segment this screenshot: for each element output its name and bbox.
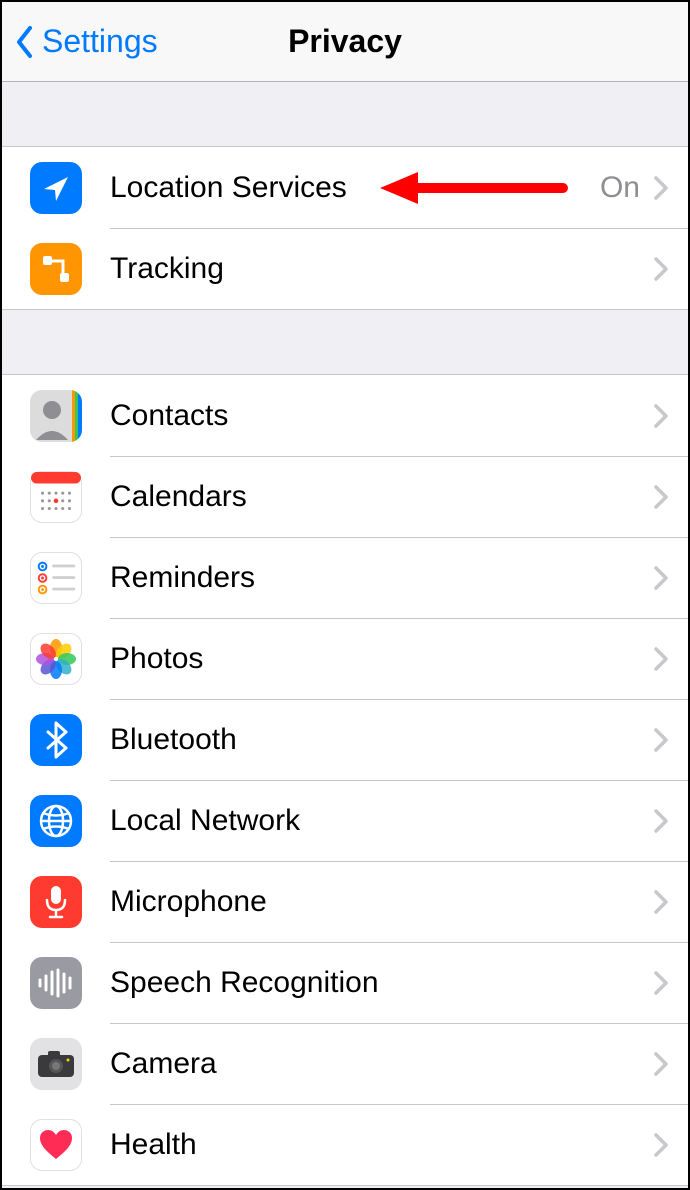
back-label: Settings	[42, 23, 158, 60]
row-speech-recognition[interactable]: Speech Recognition	[2, 942, 688, 1023]
waveform-icon	[30, 957, 82, 1009]
row-photos[interactable]: Photos	[2, 618, 688, 699]
row-label: Health	[110, 1128, 652, 1162]
chevron-right-icon	[652, 1131, 670, 1159]
row-location-services[interactable]: Location Services On	[2, 147, 688, 228]
row-label: Photos	[110, 642, 652, 676]
row-label: Microphone	[110, 885, 652, 919]
chevron-right-icon	[652, 255, 670, 283]
row-calendars[interactable]: Calendars	[2, 456, 688, 537]
microphone-icon	[30, 876, 82, 928]
chevron-left-icon	[12, 22, 38, 62]
row-label: Local Network	[110, 804, 652, 838]
row-reminders[interactable]: Reminders	[2, 537, 688, 618]
section-spacer	[2, 310, 688, 374]
privacy-settings-screen: Settings Privacy Location Services On	[0, 0, 690, 1190]
row-microphone[interactable]: Microphone	[2, 861, 688, 942]
reminders-icon	[30, 552, 82, 604]
heart-icon	[30, 1119, 82, 1171]
back-button[interactable]: Settings	[2, 22, 158, 62]
chevron-right-icon	[652, 174, 670, 202]
tracking-icon	[30, 243, 82, 295]
chevron-right-icon	[652, 726, 670, 754]
row-label: Bluetooth	[110, 723, 652, 757]
row-tracking[interactable]: Tracking	[2, 228, 688, 309]
settings-group-1: Location Services On Tracking	[2, 146, 688, 310]
camera-icon	[30, 1038, 82, 1090]
row-bluetooth[interactable]: Bluetooth	[2, 699, 688, 780]
chevron-right-icon	[652, 402, 670, 430]
row-label: Calendars	[110, 480, 652, 514]
bluetooth-icon	[30, 714, 82, 766]
chevron-right-icon	[652, 807, 670, 835]
settings-group-2: Contacts Calendars	[2, 374, 688, 1186]
row-local-network[interactable]: Local Network	[2, 780, 688, 861]
nav-bar: Settings Privacy	[2, 2, 688, 82]
section-spacer	[2, 82, 688, 146]
calendar-icon	[30, 471, 82, 523]
row-detail: On	[600, 171, 640, 205]
row-label: Contacts	[110, 399, 652, 433]
contacts-icon	[30, 390, 82, 442]
chevron-right-icon	[652, 888, 670, 916]
chevron-right-icon	[652, 645, 670, 673]
row-contacts[interactable]: Contacts	[2, 375, 688, 456]
row-label: Camera	[110, 1047, 652, 1081]
row-camera[interactable]: Camera	[2, 1023, 688, 1104]
chevron-right-icon	[652, 1050, 670, 1078]
location-arrow-icon	[30, 162, 82, 214]
globe-icon	[30, 795, 82, 847]
chevron-right-icon	[652, 969, 670, 997]
row-label: Speech Recognition	[110, 966, 652, 1000]
row-label: Reminders	[110, 561, 652, 595]
photos-icon	[30, 633, 82, 685]
chevron-right-icon	[652, 564, 670, 592]
row-label: Location Services	[110, 171, 600, 205]
row-label: Tracking	[110, 252, 652, 286]
row-health[interactable]: Health	[2, 1104, 688, 1185]
chevron-right-icon	[652, 483, 670, 511]
